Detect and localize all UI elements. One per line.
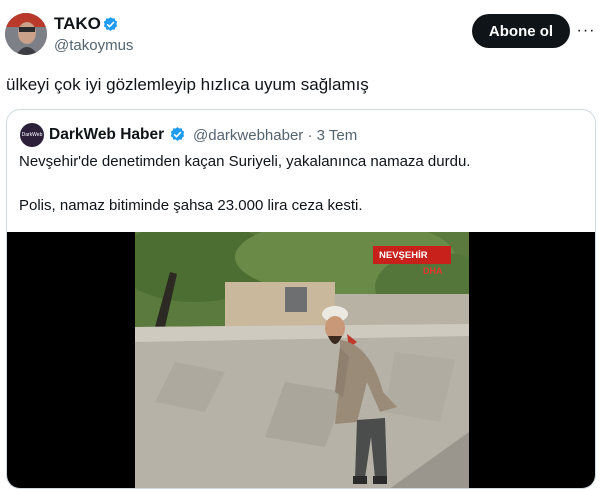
quoted-text-line-1: Nevşehir'de denetimden kaçan Suriyeli, y… xyxy=(19,153,471,170)
quoted-avatar-text: DarkWeb xyxy=(21,132,43,138)
author-name[interactable]: TAKO xyxy=(54,14,101,34)
video-frame[interactable]: NEVŞEHİR DHA xyxy=(135,232,469,488)
location-tag: NEVŞEHİR xyxy=(373,246,451,264)
quoted-author-handle[interactable]: @darkwebhaber · 3 Tem xyxy=(193,127,357,144)
quoted-text-line-2: Polis, namaz bitiminde şahsa 23.000 lira… xyxy=(19,197,363,214)
agency-tag: DHA xyxy=(423,266,443,276)
avatar-image xyxy=(5,13,47,55)
follow-button[interactable]: Abone ol xyxy=(472,14,570,48)
more-horizontal-icon[interactable]: ··· xyxy=(576,21,596,41)
quoted-author-name[interactable]: DarkWeb Haber xyxy=(49,126,164,144)
quoted-tweet[interactable]: DarkWeb DarkWeb Haber @darkwebhaber · 3 … xyxy=(6,109,596,489)
video-player[interactable]: NEVŞEHİR DHA xyxy=(7,232,595,488)
quoted-verified-badge-icon xyxy=(170,127,185,141)
quoted-author-avatar[interactable]: DarkWeb xyxy=(20,123,44,147)
video-thumbnail xyxy=(135,232,469,488)
tweet-header: TAKO @takoymus Abone ol ··· xyxy=(0,0,600,70)
verified-badge-icon xyxy=(103,17,118,31)
author-handle[interactable]: @takoymus xyxy=(54,37,133,54)
tweet-text: ülkeyi çok iyi gözlemleyip hızlıca uyum … xyxy=(6,75,369,94)
author-avatar[interactable] xyxy=(5,13,47,55)
